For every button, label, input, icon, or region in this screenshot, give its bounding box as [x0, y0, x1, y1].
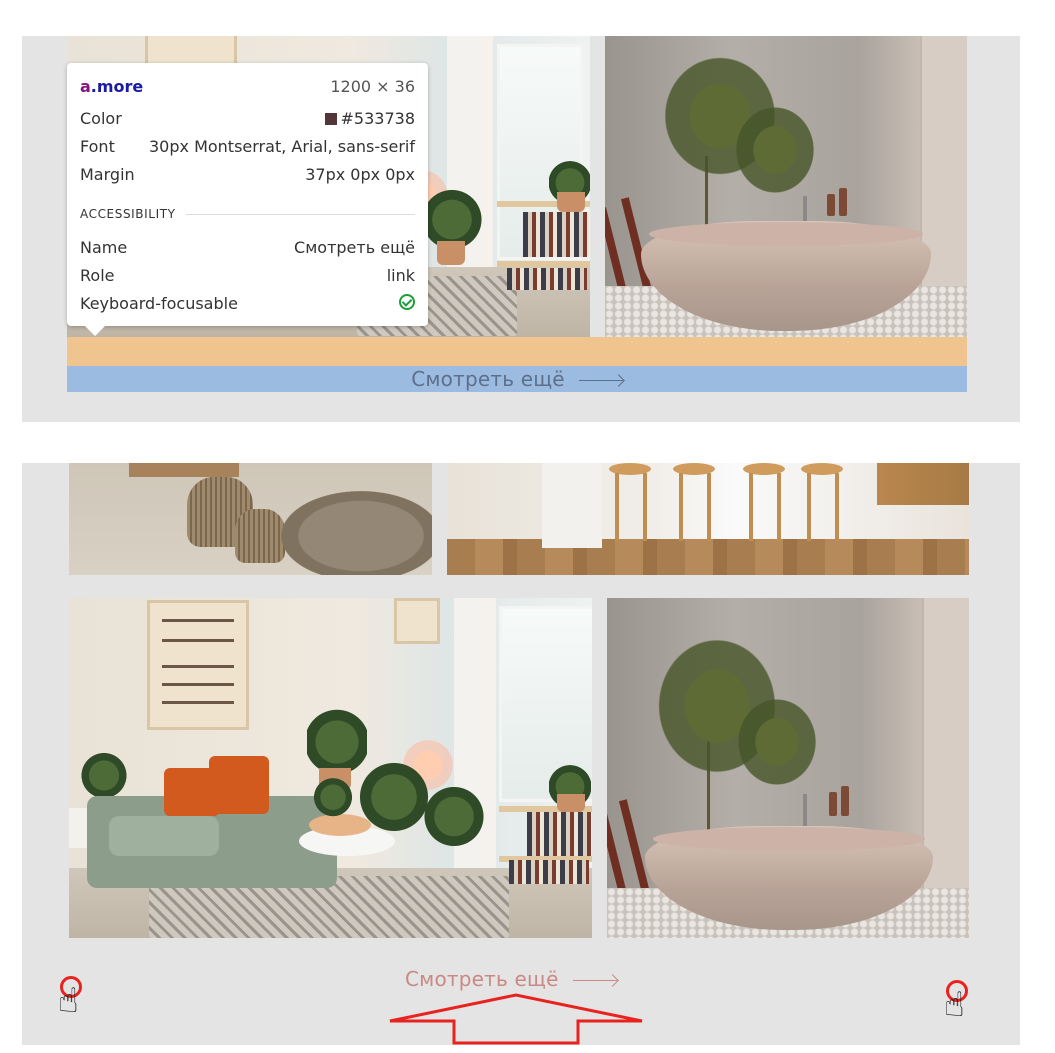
hand-pointer-icon: ☝	[944, 985, 965, 1025]
tooltip-dimensions: 1200 × 36	[330, 77, 415, 96]
more-link-text: Смотреть ещё	[411, 367, 565, 391]
tooltip-selector: a.more	[80, 77, 144, 96]
bathroom-photo	[605, 36, 967, 337]
arrow-right-icon	[572, 980, 617, 981]
click-marker-right: ☝	[944, 980, 982, 1025]
keyboard-focusable-label: Keyboard-focusable	[80, 294, 238, 313]
more-link[interactable]: Смотреть ещё	[411, 367, 623, 391]
element-content-highlight: Смотреть ещё	[67, 366, 967, 392]
element-margin-highlight	[67, 337, 967, 366]
accessibility-section-header: ACCESSIBILITY	[80, 207, 415, 221]
margin-label: Margin	[80, 165, 135, 184]
role-value: link	[386, 266, 415, 285]
red-arrow-icon	[389, 993, 643, 1045]
living-room-photo	[69, 598, 592, 938]
arrow-right-icon	[578, 380, 623, 381]
devtools-inspect-tooltip: a.more 1200 × 36 Color #533738 Font 30px…	[67, 63, 428, 336]
check-circle-icon	[399, 294, 415, 310]
color-swatch-icon	[324, 113, 337, 125]
font-label: Font	[80, 137, 115, 156]
hand-pointer-icon: ☝	[58, 981, 79, 1021]
more-link-text: Смотреть ещё	[405, 967, 559, 991]
margin-value: 37px 0px 0px	[305, 165, 415, 184]
kitchen-photo	[447, 463, 969, 575]
name-value: Смотреть ещё	[294, 238, 415, 257]
color-label: Color	[80, 109, 122, 128]
name-label: Name	[80, 238, 128, 257]
more-link[interactable]: Смотреть ещё	[405, 967, 617, 991]
hallway-photo	[69, 463, 432, 575]
color-value: #533738	[324, 109, 415, 129]
click-marker-left: ☝	[58, 976, 96, 1021]
font-value: 30px Montserrat, Arial, sans-serif	[149, 137, 415, 156]
bathroom-photo	[607, 598, 969, 938]
role-label: Role	[80, 266, 115, 285]
